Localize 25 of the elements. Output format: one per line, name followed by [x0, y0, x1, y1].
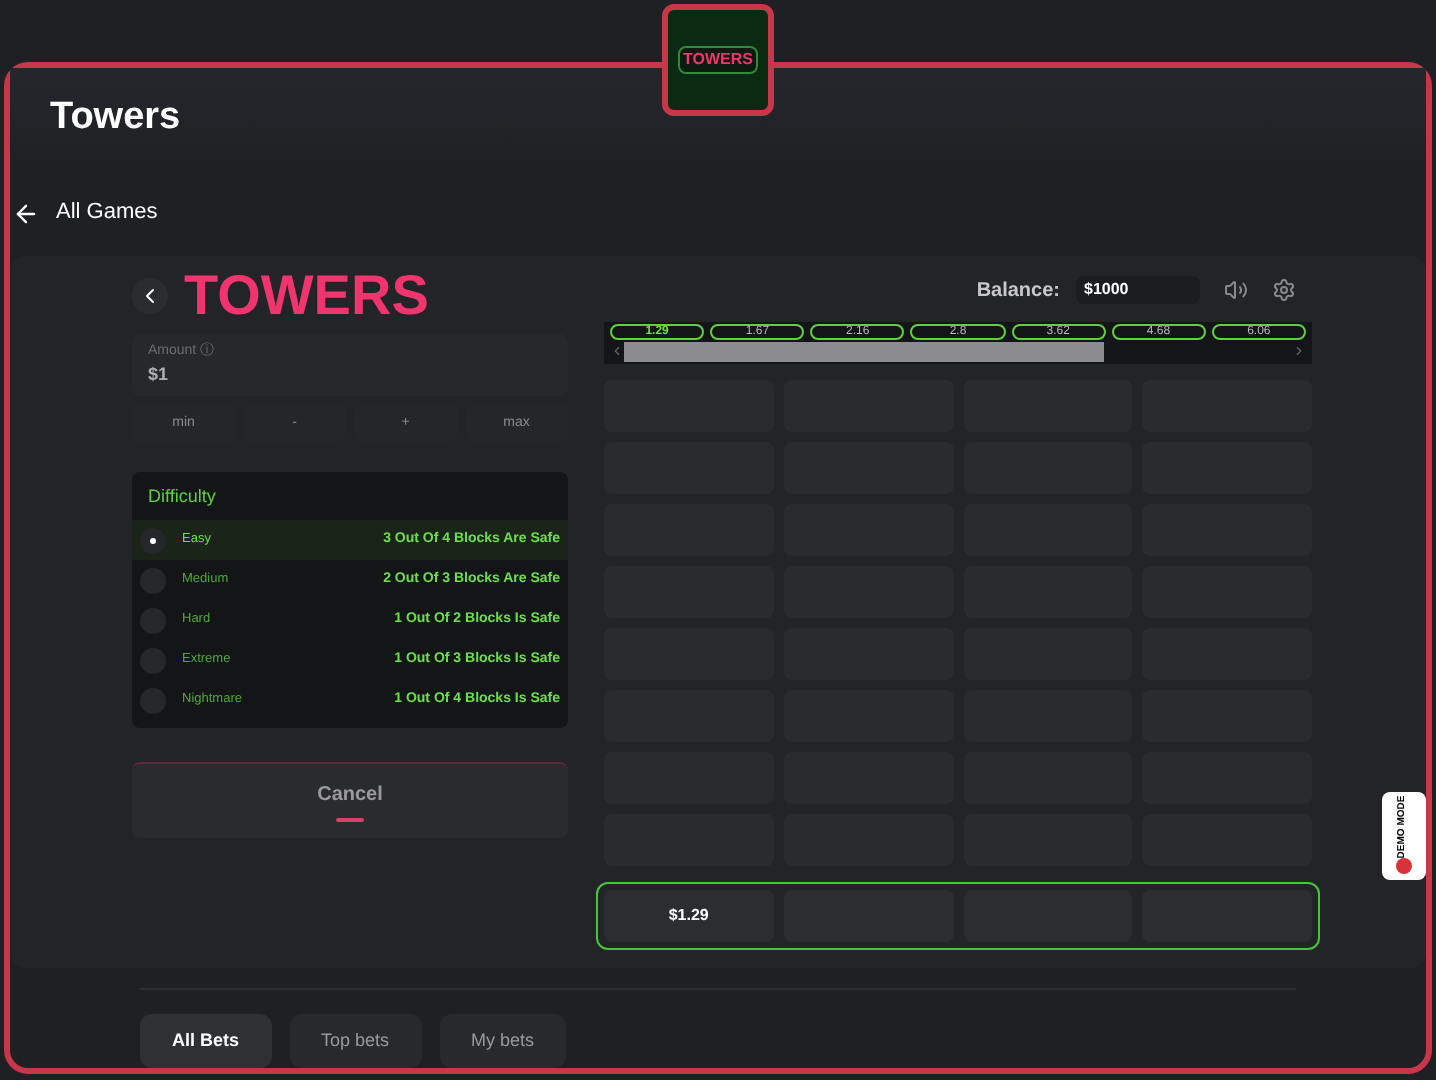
- tower-block[interactable]: [1142, 890, 1312, 943]
- thumbnail-label: TOWERS: [677, 46, 759, 74]
- radio-icon: [140, 527, 166, 554]
- payout-label: $1.29: [668, 904, 709, 929]
- amount-value: $1: [148, 362, 171, 389]
- back-link[interactable]: All Games: [12, 196, 158, 230]
- scrollbar-thumb[interactable]: [624, 341, 1105, 362]
- game-logo: TOWERS: [184, 268, 429, 325]
- cancel-button[interactable]: Cancel: [132, 762, 568, 839]
- bet-tab[interactable]: My bets: [439, 1014, 567, 1068]
- balance-field: $1000: [1076, 276, 1200, 305]
- scroll-right-icon[interactable]: [1292, 344, 1306, 359]
- scroll-left-icon[interactable]: [610, 344, 624, 359]
- balance-label: Balance:: [976, 277, 1060, 306]
- page-title: Towers: [50, 94, 181, 143]
- tower-block[interactable]: $1.29: [604, 890, 774, 943]
- settings-icon[interactable]: [1272, 278, 1296, 303]
- volume-icon[interactable]: [1224, 278, 1248, 303]
- underline-icon: [336, 818, 364, 823]
- bet-tab[interactable]: All Bets: [140, 1014, 272, 1068]
- difficulty-title: Difficulty: [148, 483, 216, 510]
- bet-tab[interactable]: Top bets: [289, 1014, 422, 1068]
- back-arrow-icon: [12, 199, 40, 228]
- game-thumbnail[interactable]: TOWERS: [662, 4, 774, 116]
- back-button[interactable]: [132, 278, 168, 315]
